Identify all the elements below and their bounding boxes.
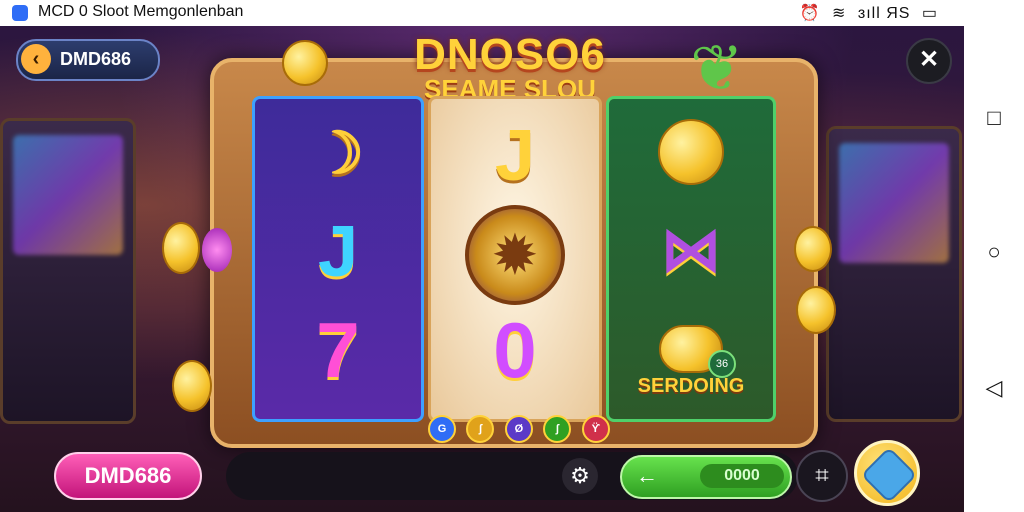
hash-icon: ⌗ xyxy=(815,462,829,489)
symbol-j: J xyxy=(317,212,359,292)
brand-button[interactable]: DMD686 xyxy=(54,452,202,500)
payline-pill[interactable]: ϔ xyxy=(581,415,610,443)
reel-1: ☽ J 7 xyxy=(252,96,424,422)
chevron-left-icon: ‹ xyxy=(21,44,51,74)
back-button-label: DMD686 xyxy=(60,49,132,69)
payline-pill[interactable]: ʃ xyxy=(466,415,495,443)
palm-leaf-icon: ❦ xyxy=(690,32,744,104)
symbol-seven: 7 xyxy=(316,306,360,394)
close-button[interactable]: ✕ xyxy=(906,38,952,84)
bonus-badge: 36 xyxy=(708,350,736,378)
system-nav-bar: □ ○ ◁ xyxy=(964,0,1024,512)
game-logo: DNOSO6 SEAME SLOU xyxy=(380,30,640,105)
symbol-zero: 0 xyxy=(493,306,537,394)
gear-icon: ⚙ xyxy=(570,463,590,488)
recents-button[interactable]: □ xyxy=(982,106,1006,130)
home-button[interactable]: ○ xyxy=(982,240,1006,264)
status-right-text: ɜıll ЯS xyxy=(857,5,911,22)
status-title: MCD 0 Sloot Memgonlenban xyxy=(38,3,244,20)
payline-indicators: G ʃ Ø ʃ ϔ xyxy=(428,415,616,443)
coin-icon xyxy=(796,286,836,334)
bow-icon: ⋈ xyxy=(661,216,721,283)
wifi-icon: ≋ xyxy=(832,5,847,22)
arrow-left-icon[interactable]: ← xyxy=(636,463,658,489)
payline-pill[interactable]: ʃ xyxy=(543,415,572,443)
spin-button[interactable] xyxy=(854,440,920,506)
menu-button[interactable]: ⌗ xyxy=(796,450,848,502)
sun-medallion-icon: ✹ xyxy=(465,205,565,305)
battery-icon: ▭ xyxy=(921,5,938,22)
coin-icon xyxy=(172,360,212,412)
back-button[interactable]: ‹ DMD686 xyxy=(16,39,160,81)
gold-coins-icon xyxy=(658,119,724,185)
bet-value: 0000 xyxy=(700,464,784,488)
reel-label: SERDOING xyxy=(637,375,745,397)
app-icon xyxy=(12,5,28,21)
reel-2: J ✹ 0 xyxy=(428,96,602,422)
coin-icon xyxy=(794,226,832,272)
settings-gear-button[interactable]: ⚙ xyxy=(562,458,598,494)
payline-pill[interactable]: G xyxy=(428,415,456,443)
alarm-icon: ⏰ xyxy=(799,5,821,22)
arcade-cabinet-left xyxy=(0,118,136,424)
coin-icon xyxy=(282,40,328,86)
status-right: ⏰ ≋ ɜıll ЯS ▭ xyxy=(794,3,938,23)
back-nav-button[interactable]: ◁ xyxy=(982,376,1006,400)
bet-control[interactable]: ← 0000 xyxy=(620,455,792,499)
symbol-j: J xyxy=(494,116,536,196)
spin-icon xyxy=(860,446,918,504)
arcade-cabinet-right xyxy=(826,126,962,422)
reel-3: ⋈ SERDOING xyxy=(606,96,776,422)
banana-icon: ☽ xyxy=(312,121,364,186)
payline-pill[interactable]: Ø xyxy=(504,415,533,443)
coin-icon xyxy=(162,222,200,274)
gem-icon xyxy=(202,228,232,272)
logo-title: DNOSO6 xyxy=(414,30,606,79)
status-bar: MCD 0 Sloot Memgonlenban ⏰ ≋ ɜıll ЯS ▭ xyxy=(0,0,964,26)
